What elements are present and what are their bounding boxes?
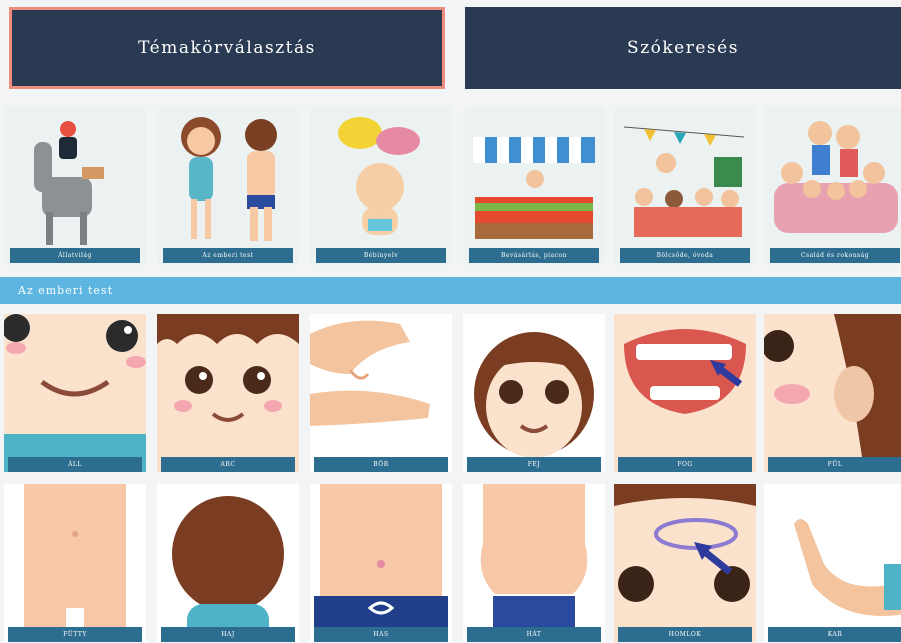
word-card-tooth[interactable]: FOG xyxy=(614,314,756,472)
word-label: HAS xyxy=(314,627,448,642)
category-label: Bölcsőde, óvoda xyxy=(620,248,750,263)
word-search-label: Szókeresés xyxy=(627,38,739,58)
word-card-belly[interactable]: HAS xyxy=(310,484,452,642)
word-label: FÜL xyxy=(768,457,901,472)
category-label: Bevásárlás, piacon xyxy=(469,248,599,263)
word-label: FÜTTY xyxy=(8,627,142,642)
word-card-chin[interactable]: ÁLL xyxy=(4,314,146,472)
section-title: Az emberi test xyxy=(18,284,113,297)
children-body-illustration xyxy=(181,117,277,241)
section-title-bar: Az emberi test xyxy=(0,277,901,304)
arm-illustration xyxy=(764,484,901,642)
word-label: HÁT xyxy=(467,627,601,642)
category-card-animals[interactable]: Állatvilág xyxy=(4,107,146,265)
whistle-illustration xyxy=(4,484,146,642)
classroom-illustration xyxy=(623,126,745,237)
word-label: HAJ xyxy=(161,627,295,642)
word-card-hair[interactable]: HAJ xyxy=(157,484,299,642)
topic-select-button[interactable]: Témakörválasztás xyxy=(9,7,445,89)
belly-illustration xyxy=(310,484,452,642)
head-illustration xyxy=(463,314,605,472)
word-card-arm[interactable]: KAR xyxy=(764,484,901,642)
back-illustration xyxy=(463,484,605,642)
hair-illustration xyxy=(157,484,299,642)
family-illustration xyxy=(774,121,898,233)
category-label: Bébinyelv xyxy=(316,248,446,263)
word-card-whistle[interactable]: FÜTTY xyxy=(4,484,146,642)
word-search-button[interactable]: Szókeresés xyxy=(465,7,901,89)
category-label: Az emberi test xyxy=(163,248,293,263)
word-label: KAR xyxy=(768,627,901,642)
word-card-skin[interactable]: BŐR xyxy=(310,314,452,472)
word-label: BŐR xyxy=(314,457,448,472)
market-stall-illustration xyxy=(473,137,595,239)
tooth-illustration xyxy=(614,314,756,472)
word-label: FEJ xyxy=(467,457,601,472)
chin-illustration xyxy=(4,314,146,472)
category-card-nursery[interactable]: Bölcsőde, óvoda xyxy=(614,107,756,265)
word-card-back[interactable]: HÁT xyxy=(463,484,605,642)
skin-illustration xyxy=(310,314,452,472)
word-card-head[interactable]: FEJ xyxy=(463,314,605,472)
category-card-market[interactable]: Bevásárlás, piacon xyxy=(463,107,605,265)
donkey-illustration xyxy=(34,121,104,245)
word-label: ÁLL xyxy=(8,457,142,472)
ear-illustration xyxy=(764,314,901,472)
category-card-family[interactable]: Család és rokonság xyxy=(764,107,901,265)
category-card-baby-talk[interactable]: Bébinyelv xyxy=(310,107,452,265)
word-label: HOMLOK xyxy=(618,627,752,642)
baby-illustration xyxy=(338,117,420,235)
forehead-illustration xyxy=(614,484,756,642)
word-card-face[interactable]: ARC xyxy=(157,314,299,472)
topic-select-label: Témakörválasztás xyxy=(138,38,316,58)
word-card-forehead[interactable]: HOMLOK xyxy=(614,484,756,642)
category-label: Család és rokonság xyxy=(770,248,900,263)
category-label: Állatvilág xyxy=(10,248,140,263)
word-card-ear[interactable]: FÜL xyxy=(764,314,901,472)
category-card-human-body[interactable]: Az emberi test xyxy=(157,107,299,265)
face-illustration xyxy=(157,314,299,472)
word-label: FOG xyxy=(618,457,752,472)
word-label: ARC xyxy=(161,457,295,472)
